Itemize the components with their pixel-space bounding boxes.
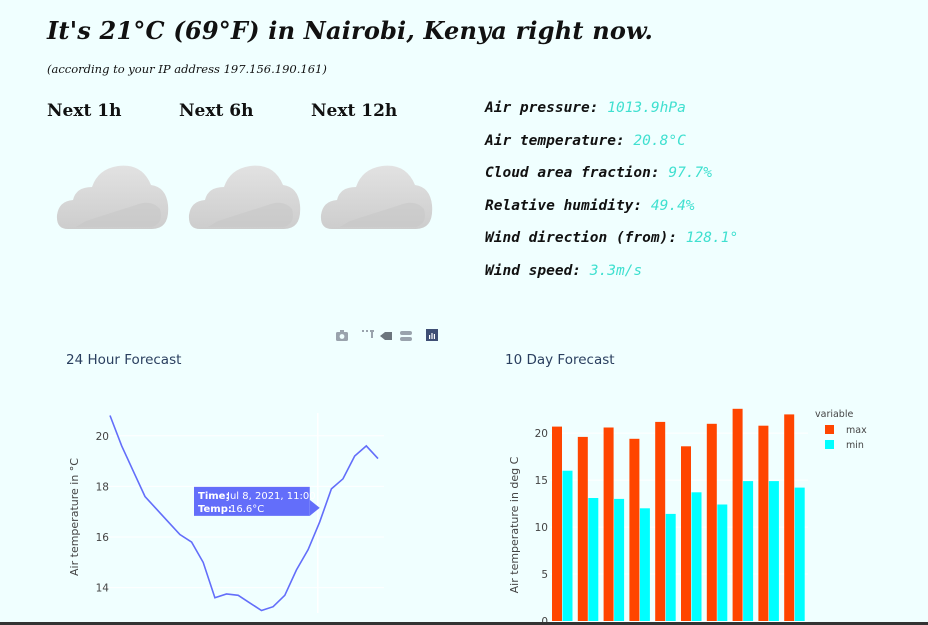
bar-max[interactable]: [681, 446, 691, 621]
stat-air-temperature: Air temperature: 20.8°C: [485, 133, 738, 166]
data-point[interactable]: [154, 506, 160, 512]
next-1h-label: Next 1h: [47, 101, 122, 121]
y-tick-label: 16: [96, 532, 110, 544]
bar-min[interactable]: [639, 508, 650, 621]
cloud-icon: [56, 163, 170, 231]
data-point[interactable]: [352, 453, 358, 459]
tooltip-temp-label: Temp:: [198, 504, 232, 515]
bar-max[interactable]: [732, 408, 743, 621]
plotly-logo-icon[interactable]: [426, 329, 438, 341]
bar-max[interactable]: [577, 436, 588, 621]
stat-wind-speed: Wind speed: 3.3m/s: [485, 263, 738, 296]
legend-swatch-max[interactable]: [825, 425, 834, 434]
stat-label: Cloud area fraction:: [485, 165, 660, 182]
stat-value: 20.8°C: [633, 132, 686, 149]
tooltip-time-value: Jul 8, 2021, 11:00: [226, 491, 316, 502]
data-point[interactable]: [363, 443, 369, 449]
data-point[interactable]: [247, 600, 253, 606]
data-point[interactable]: [340, 476, 346, 482]
bar-min[interactable]: [691, 492, 702, 621]
stat-value: 3.3m/s: [589, 262, 643, 279]
compare-icon[interactable]: [400, 331, 412, 341]
stat-label: Air temperature:: [485, 132, 625, 149]
stat-relative-humidity: Relative humidity: 49.4%: [485, 198, 738, 231]
data-point[interactable]: [293, 567, 299, 573]
data-point[interactable]: [258, 607, 264, 613]
bar-chart[interactable]: 05101520Air temperature in deg Cvariable…: [464, 365, 928, 625]
tooltip-time-label: Time:: [198, 491, 229, 502]
data-point[interactable]: [328, 486, 334, 492]
y-tick-label: 14: [96, 583, 110, 595]
legend-label-max[interactable]: max: [846, 425, 867, 436]
bar-min[interactable]: [717, 504, 728, 622]
stat-label: Air pressure:: [485, 100, 599, 116]
chart-modebar: [336, 329, 438, 341]
bar-min[interactable]: [614, 498, 625, 621]
stat-label: Wind direction (from):: [485, 230, 678, 247]
y-tick-label: 20: [96, 431, 109, 443]
data-point[interactable]: [119, 443, 125, 449]
y-tick-label: 18: [96, 481, 109, 493]
y-tick-label: 15: [535, 475, 548, 487]
data-point[interactable]: [235, 592, 241, 598]
legend-swatch-min[interactable]: [825, 440, 834, 449]
pan-icon[interactable]: [380, 332, 392, 340]
data-point[interactable]: [305, 547, 311, 553]
data-point[interactable]: [130, 468, 136, 474]
stat-label: Wind speed:: [485, 262, 582, 279]
camera-icon[interactable]: [336, 330, 348, 341]
data-point[interactable]: [142, 494, 148, 500]
page-title: It's 21°C (69°F) in Nairobi, Kenya right…: [47, 16, 654, 45]
stat-value: 49.4%: [650, 197, 695, 214]
line-chart[interactable]: 14 16 18 20 Air temperature in °C Time:Jul 8,…: [0, 365, 464, 625]
bar-max[interactable]: [629, 438, 640, 621]
bar-min[interactable]: [794, 487, 805, 621]
cloud-icon: [188, 163, 302, 231]
bar-min[interactable]: [562, 470, 573, 621]
y-tick-label: 10: [535, 522, 548, 534]
bar-min[interactable]: [665, 513, 676, 621]
data-point[interactable]: [317, 519, 323, 525]
data-point[interactable]: [177, 532, 183, 538]
data-point[interactable]: [282, 592, 288, 598]
data-point[interactable]: [165, 519, 171, 525]
bar-max[interactable]: [758, 425, 769, 621]
y-tick-label: 5: [541, 569, 548, 581]
next-12h-label: Next 12h: [311, 101, 398, 121]
bar-max[interactable]: [706, 423, 717, 621]
next-6h-label: Next 6h: [179, 101, 254, 121]
stat-value: 1013.9hPa: [607, 100, 686, 116]
y-axis-title: Air temperature in deg C: [508, 456, 521, 593]
data-point[interactable]: [224, 591, 230, 597]
current-conditions: Air pressure: 1013.9hPa Air temperature:…: [485, 100, 738, 296]
stat-air-pressure: Air pressure: 1013.9hPa: [485, 100, 738, 133]
bar-min[interactable]: [588, 498, 599, 621]
bar-max[interactable]: [603, 427, 614, 622]
cloud-icon: [320, 163, 434, 231]
bar-max[interactable]: [655, 421, 666, 621]
y-tick-label: 20: [535, 428, 548, 440]
data-point[interactable]: [107, 413, 113, 419]
legend-label-min[interactable]: min: [846, 440, 864, 451]
stat-value: 128.1°: [685, 230, 739, 247]
bar-min[interactable]: [743, 481, 754, 621]
data-point[interactable]: [212, 595, 218, 601]
bar-max[interactable]: [552, 426, 562, 621]
legend-title: variable: [815, 409, 853, 420]
stat-value: 97.7%: [668, 165, 712, 182]
ip-note: (according to your IP address 197.156.19…: [47, 62, 327, 76]
data-point[interactable]: [200, 559, 206, 565]
data-point[interactable]: [270, 604, 276, 610]
bar-min[interactable]: [768, 481, 779, 621]
y-axis-title: Air temperature in °C: [68, 458, 81, 576]
stat-cloud-area-fraction: Cloud area fraction: 97.7%: [485, 165, 738, 198]
data-point[interactable]: [189, 539, 195, 545]
stat-wind-direction: Wind direction (from): 128.1°: [485, 230, 738, 263]
stat-label: Relative humidity:: [485, 197, 643, 214]
tooltip-temp-value: 16.6°C: [230, 504, 264, 515]
zoom-icon[interactable]: [362, 330, 374, 338]
bar-max[interactable]: [784, 414, 795, 621]
data-point[interactable]: [375, 456, 381, 462]
